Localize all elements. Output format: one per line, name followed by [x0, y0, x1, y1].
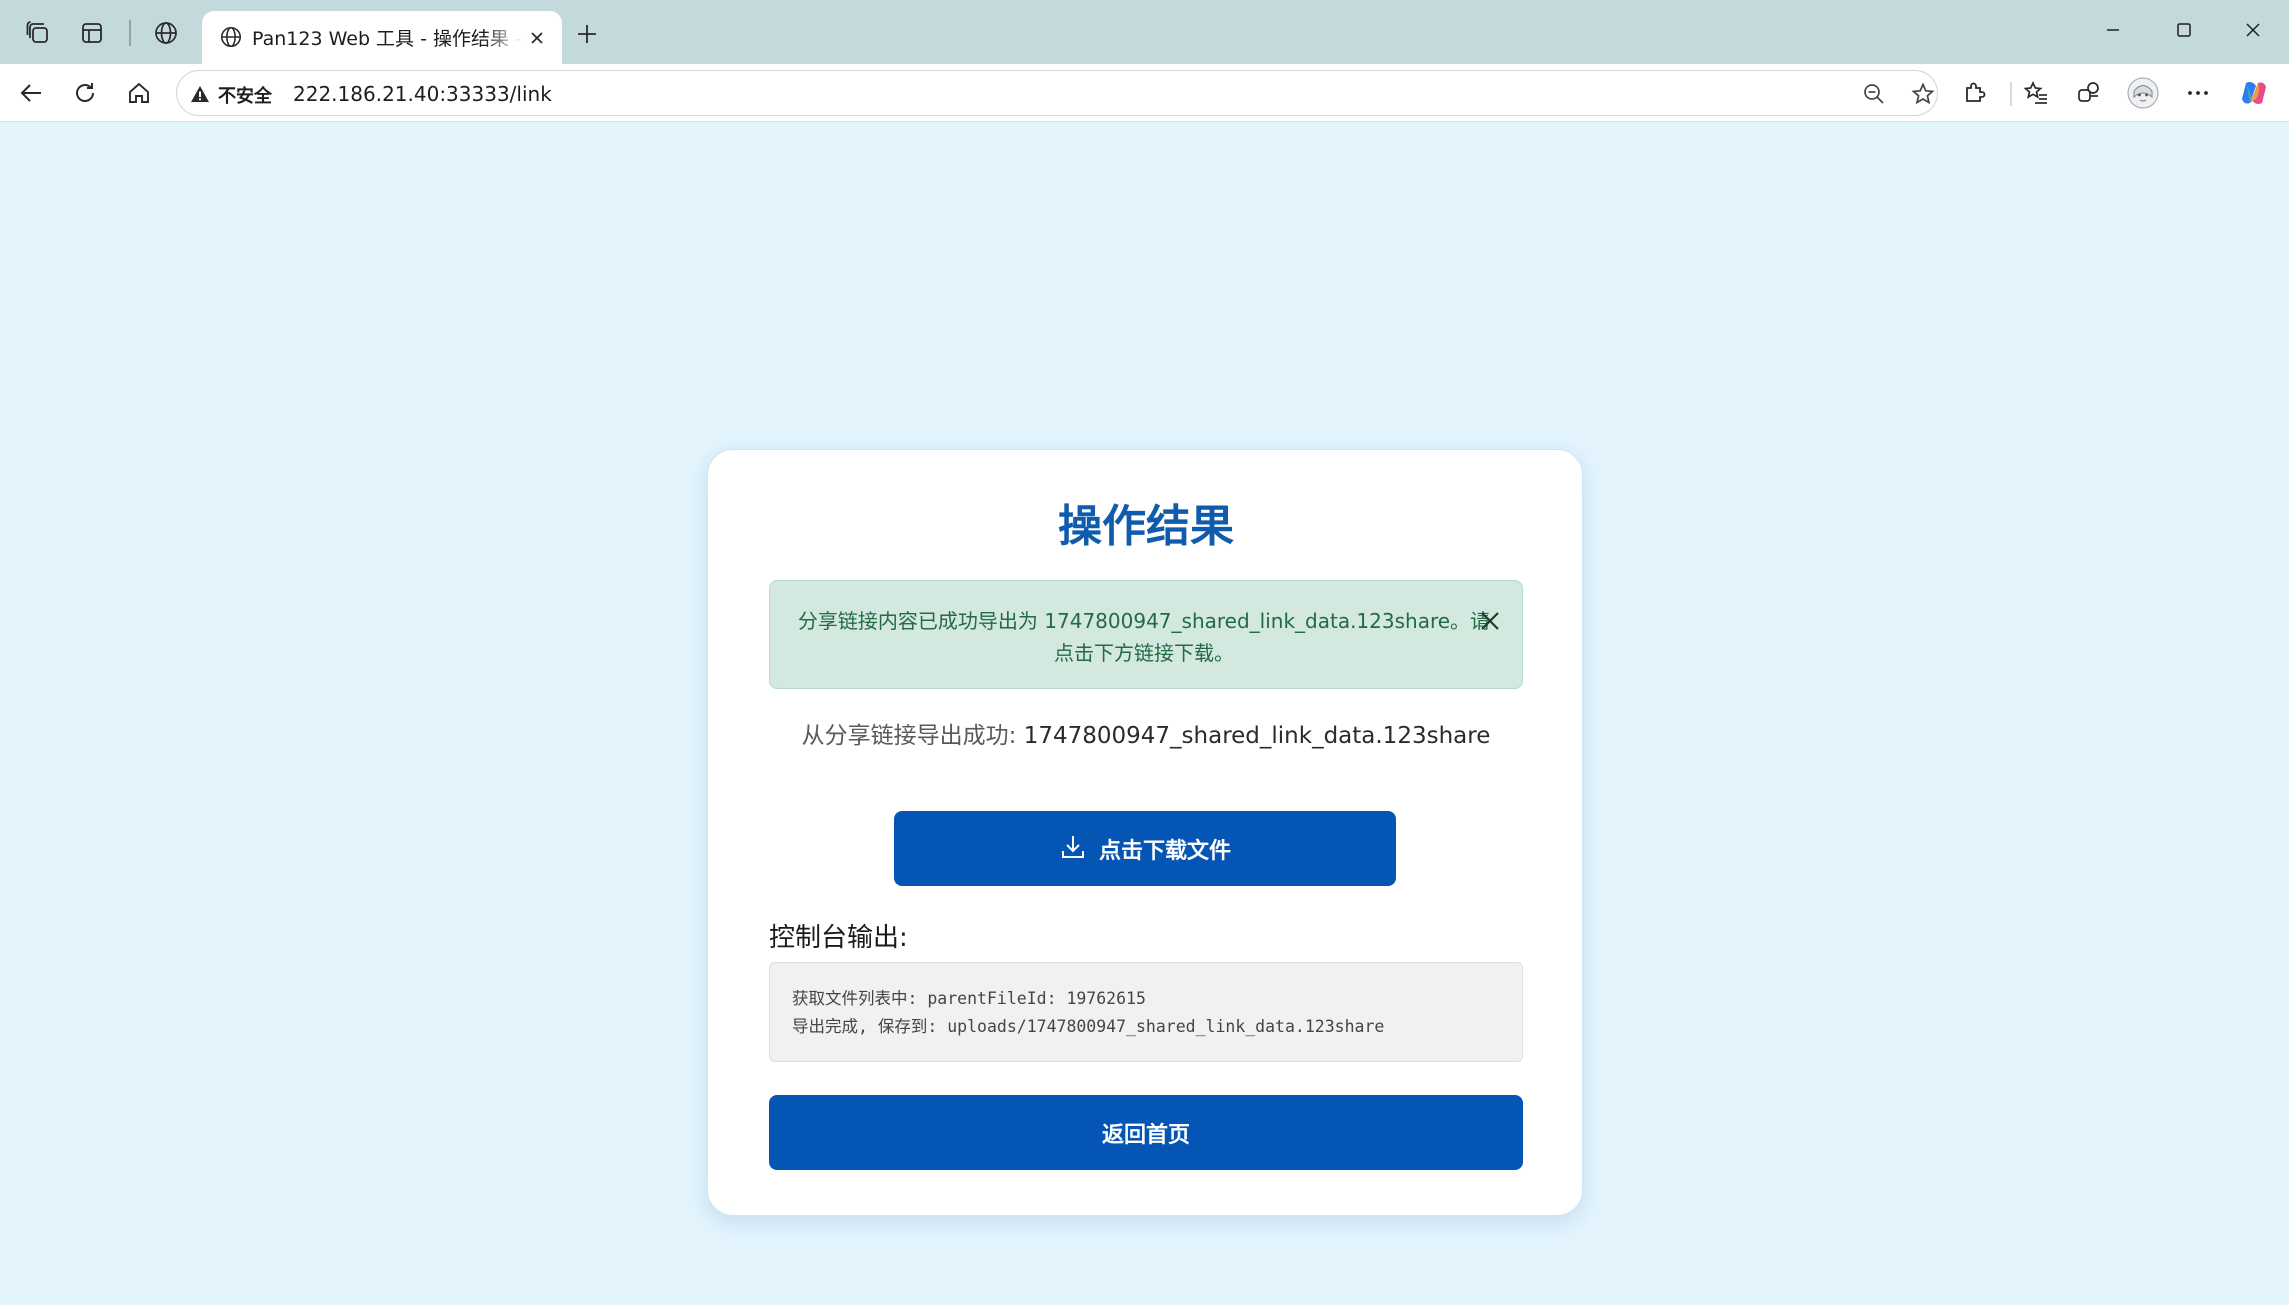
tab-globe-icon: [216, 22, 246, 52]
zoom-out-icon[interactable]: [1860, 80, 1888, 108]
tab-title: Pan123 Web 工具 - 操作结果 - GitHub: [252, 28, 522, 50]
extensions-icon[interactable]: [1956, 75, 1992, 111]
more-options-icon[interactable]: [2180, 75, 2216, 111]
toolbar-divider: [2010, 82, 2012, 106]
home-button-label: 返回首页: [1101, 1122, 1190, 1148]
security-label[interactable]: 不安全: [218, 82, 272, 108]
maximize-icon[interactable]: [2154, 10, 2214, 50]
download-button-label: 点击下载文件: [1098, 838, 1231, 864]
tab-close-icon[interactable]: [524, 25, 550, 51]
window-close-icon[interactable]: [2223, 10, 2283, 50]
back-home-button[interactable]: 返回首页: [769, 1095, 1523, 1170]
tabbar-divider: [129, 20, 131, 46]
active-tab[interactable]: Pan123 Web 工具 - 操作结果 - GitHub: [202, 11, 562, 64]
console-line: 导出完成, 保存到: uploads/1747800947_shared_lin…: [792, 1017, 1385, 1036]
profile-avatar[interactable]: [2125, 75, 2161, 111]
vertical-tabs-icon[interactable]: [75, 16, 109, 50]
copilot-icon[interactable]: [2236, 75, 2272, 111]
console-heading: 控制台输出:: [769, 923, 908, 953]
home-icon[interactable]: [121, 75, 157, 111]
page-viewport: 操作结果 分享链接内容已成功导出为 1747800947_shared_link…: [0, 122, 2289, 1305]
address-bar[interactable]: 不安全 222.186.21.40:33333/link: [176, 70, 1938, 116]
download-icon: [1059, 833, 1087, 865]
download-file-button[interactable]: 点击下载文件: [894, 811, 1396, 886]
browser-tabbar: Pan123 Web 工具 - 操作结果 - GitHub: [0, 0, 2289, 64]
page-title: 操作结果: [1058, 501, 1234, 552]
minimize-icon[interactable]: [2083, 10, 2143, 50]
export-filename: 1747800947_shared_link_data.123share: [1023, 723, 1491, 749]
success-alert: 分享链接内容已成功导出为 1747800947_shared_link_data…: [769, 580, 1523, 689]
export-status: 从分享链接导出成功: 1747800947_shared_link_data.1…: [708, 716, 1584, 750]
alert-message: 分享链接内容已成功导出为 1747800947_shared_link_data…: [797, 609, 1491, 665]
reload-icon[interactable]: [67, 75, 103, 111]
url-text[interactable]: 222.186.21.40:33333/link: [293, 82, 552, 106]
console-line: 获取文件列表中: parentFileId: 19762615: [792, 989, 1146, 1008]
console-output: 获取文件列表中: parentFileId: 19762615 导出完成, 保存…: [769, 962, 1523, 1062]
favorite-star-icon[interactable]: [1909, 80, 1937, 108]
export-status-prefix: 从分享链接导出成功:: [801, 723, 1024, 749]
back-icon[interactable]: [13, 75, 49, 111]
workspaces-icon[interactable]: [21, 16, 55, 50]
favorites-icon[interactable]: [2018, 75, 2054, 111]
browser-toolbar: 不安全 222.186.21.40:33333/link: [0, 64, 2289, 122]
collections-icon[interactable]: [2071, 75, 2107, 111]
warning-icon[interactable]: [189, 83, 211, 105]
globe-icon[interactable]: [149, 16, 183, 50]
alert-close-icon[interactable]: [1474, 605, 1506, 637]
new-tab-icon[interactable]: [570, 17, 604, 51]
result-card: 操作结果 分享链接内容已成功导出为 1747800947_shared_link…: [707, 449, 1583, 1216]
